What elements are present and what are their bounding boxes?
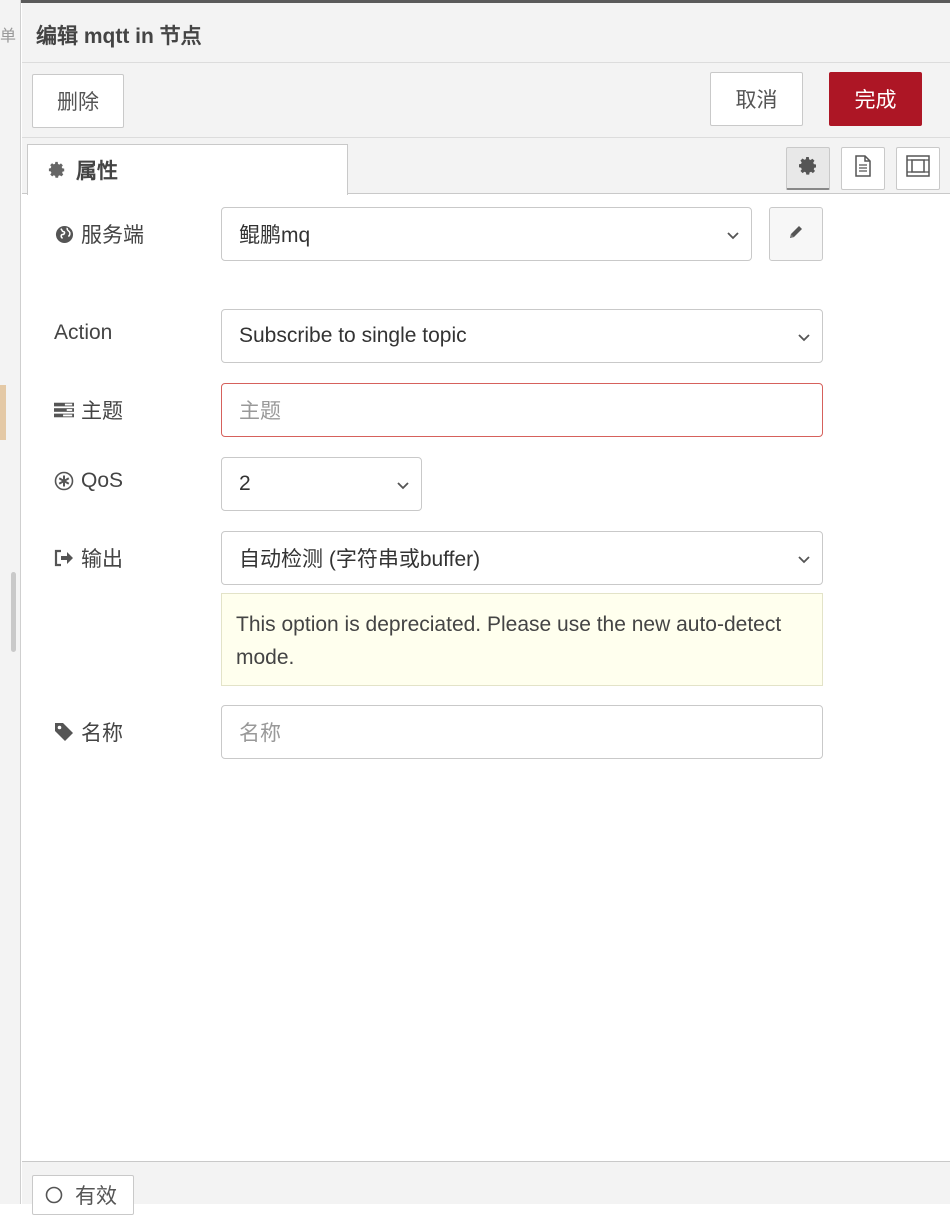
background-scrollbar[interactable] [11,572,16,652]
delete-button[interactable]: 删除 [32,74,124,128]
gear-icon [48,161,66,179]
tab-properties[interactable]: 属性 [27,144,348,195]
topic-label: 主题 [54,395,123,425]
qos-label: QoS [54,469,123,493]
server-select-value: 鲲鹏mq [239,224,311,247]
chevron-down-icon [796,327,812,351]
server-label: 服务端 [54,219,144,249]
node-enabled-label: 有效 [75,1185,117,1208]
name-label: 名称 [54,717,123,747]
tab-appearance-button[interactable] [896,147,940,190]
qos-label-text: QoS [81,469,124,492]
action-select[interactable]: Subscribe to single topic [221,309,823,363]
chevron-down-icon [725,225,741,249]
chevron-down-icon [796,549,812,573]
output-select-value: 自动检测 (字符串或buffer) [239,548,481,571]
background-text-fragment: 单 [0,28,17,45]
tab-settings-button[interactable] [786,147,830,190]
tasks-icon [54,401,74,419]
cancel-button[interactable]: 取消 [710,72,803,126]
name-input-placeholder: 名称 [239,722,281,745]
dialog-title: 编辑 mqtt in 节点 [36,25,202,48]
action-select-value: Subscribe to single topic [239,324,467,347]
name-input[interactable]: 名称 [221,705,823,759]
tab-description-button[interactable] [841,147,885,190]
action-label-text: Action [54,321,113,344]
globe-icon [54,225,74,244]
dialog-footer: 有效 [22,1161,950,1215]
output-label: 输出 [54,543,123,573]
node-enabled-toggle[interactable]: 有效 [32,1175,134,1215]
gear-icon [798,156,818,181]
server-label-text: 服务端 [81,224,144,247]
circle-icon [45,1186,63,1204]
name-label-text: 名称 [81,722,123,745]
sign-out-icon [54,549,74,567]
action-label: Action [54,321,112,345]
edit-server-button[interactable] [769,207,823,261]
frame-icon [906,155,930,182]
topic-input-placeholder: 主题 [239,400,281,423]
output-deprecation-warning: This option is depreciated. Please use t… [221,593,823,686]
server-select[interactable]: 鲲鹏mq [221,207,752,261]
background-node-fragment [0,385,6,440]
tab-properties-label: 属性 [76,160,118,183]
qos-select-value: 2 [239,472,251,495]
done-button[interactable]: 完成 [829,72,922,126]
background-workspace-edge: 单 [0,0,21,1204]
document-icon [854,155,872,182]
tab-bar: 属性 [22,138,950,195]
pencil-icon [787,223,805,246]
chevron-down-icon [395,475,411,499]
qos-select[interactable]: 2 [221,457,422,511]
topic-label-text: 主题 [81,400,123,423]
edit-dialog-tray: 编辑 mqtt in 节点 删除 取消 完成 属性 服务端 鲲鹏mq Actio… [22,3,950,1215]
output-label-text: 输出 [81,548,123,571]
output-select[interactable]: 自动检测 (字符串或buffer) [221,531,823,585]
asterisk-circle-icon [54,471,74,491]
dialog-header: 编辑 mqtt in 节点 [22,3,950,63]
dialog-toolbar: 删除 取消 完成 [22,63,950,138]
tag-icon [54,722,74,742]
topic-input[interactable]: 主题 [221,383,823,437]
